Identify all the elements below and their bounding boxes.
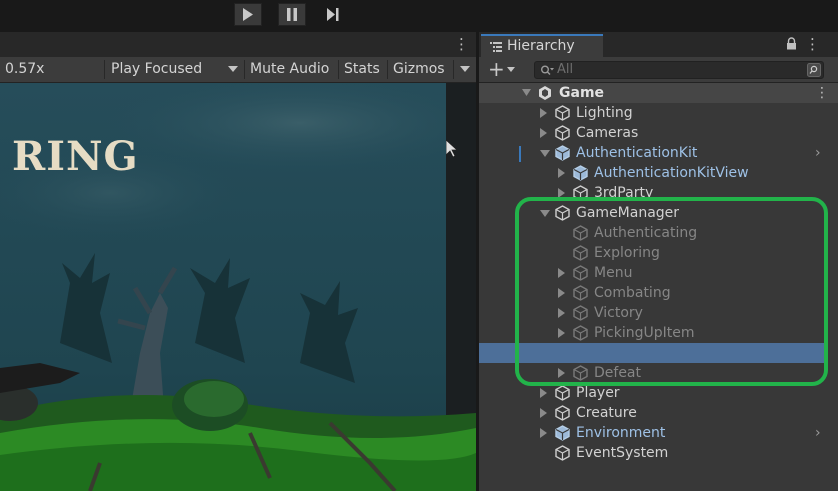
step-icon <box>327 8 339 21</box>
tab-hierarchy-label: Hierarchy <box>507 38 575 54</box>
step-button[interactable] <box>320 3 346 26</box>
chevron-down-icon[interactable] <box>228 66 238 73</box>
list-icon <box>490 42 502 52</box>
hierarchy-item-label: Player <box>576 385 620 401</box>
prefab-cube-icon <box>555 425 570 441</box>
pause-icon <box>287 8 297 21</box>
expand-arrow-icon[interactable] <box>540 388 547 398</box>
hierarchy-item-label: Lighting <box>576 105 633 121</box>
expand-arrow-icon[interactable] <box>540 108 547 118</box>
search-input[interactable]: All <box>534 61 824 79</box>
gameobject-cube-icon <box>555 125 570 141</box>
hierarchy-item-label: AuthenticationKit <box>576 145 698 161</box>
search-placeholder: All <box>557 62 574 77</box>
hierarchy-item-label: Cameras <box>576 125 639 141</box>
hierarchy-item-label: AuthenticationKitView <box>594 165 749 181</box>
stats-toggle[interactable]: Stats <box>344 57 380 82</box>
game-viewport[interactable]: RING <box>0 83 476 491</box>
add-button[interactable]: + <box>488 58 505 80</box>
play-button[interactable] <box>234 3 262 26</box>
hierarchy-item[interactable]: Cameras <box>479 123 838 143</box>
mute-audio-toggle[interactable]: Mute Audio <box>250 57 329 82</box>
hierarchy-item[interactable]: EventSystem <box>479 443 838 463</box>
scene-name: Game <box>559 85 605 101</box>
open-prefab-chevron-icon[interactable]: › <box>815 423 821 443</box>
prefab-cube-icon <box>573 165 588 181</box>
add-dropdown-chevron-icon[interactable] <box>507 67 515 72</box>
expand-arrow-icon[interactable] <box>540 128 547 138</box>
play-mode-dropdown[interactable]: Play Focused <box>111 57 202 82</box>
game-title-text: RING <box>12 133 139 180</box>
gizmos-toggle[interactable]: Gizmos <box>393 57 445 82</box>
hierarchy-item-label: Creature <box>576 405 637 421</box>
hierarchy-item-label: Environment <box>576 425 666 441</box>
expand-arrow-icon[interactable] <box>540 408 547 418</box>
main-toolbar <box>0 0 838 30</box>
gameobject-cube-icon <box>555 105 570 121</box>
scene-search-icon[interactable] <box>807 63 821 77</box>
open-prefab-chevron-icon[interactable]: › <box>815 143 821 163</box>
pause-button[interactable] <box>278 3 306 26</box>
hierarchy-item[interactable]: Lighting <box>479 103 838 123</box>
gameobject-cube-icon <box>555 445 570 461</box>
gameobject-cube-icon <box>555 385 570 401</box>
expand-arrow-icon[interactable] <box>558 168 565 178</box>
hierarchy-item[interactable]: Creature <box>479 403 838 423</box>
highlight-outline <box>515 197 828 386</box>
hierarchy-item[interactable]: AuthenticationKitView <box>479 163 838 183</box>
search-icon <box>541 65 554 75</box>
collapse-arrow-icon[interactable] <box>540 150 550 157</box>
mouse-cursor-icon <box>446 140 458 158</box>
gameobject-cube-icon <box>555 405 570 421</box>
tab-hierarchy[interactable]: Hierarchy <box>481 34 603 57</box>
kebab-menu-icon[interactable]: ⋮ <box>454 36 469 53</box>
zoom-level: 0.57x <box>5 61 45 77</box>
kebab-menu-icon[interactable]: ⋮ <box>815 84 829 102</box>
expand-arrow-icon[interactable] <box>540 428 547 438</box>
lock-icon[interactable] <box>786 37 797 50</box>
gizmos-chevron-icon[interactable] <box>460 66 470 73</box>
scene-row[interactable]: Game ⋮ <box>479 83 838 103</box>
unity-scene-icon <box>539 86 551 100</box>
hierarchy-item-label: EventSystem <box>576 445 669 461</box>
prefab-cube-icon <box>555 145 570 161</box>
kebab-menu-icon[interactable]: ⋮ <box>805 36 820 53</box>
expand-arrow-icon[interactable] <box>522 89 531 96</box>
play-icon <box>243 8 253 21</box>
game-view-tabbar: ⋮ <box>0 32 476 57</box>
hierarchy-item[interactable]: Player <box>479 383 838 403</box>
hierarchy-item[interactable]: AuthenticationKit › <box>479 143 838 163</box>
hierarchy-item[interactable]: Environment › <box>479 423 838 443</box>
game-view-options-bar: 0.57x Play Focused Mute Audio Stats Gizm… <box>0 57 476 83</box>
